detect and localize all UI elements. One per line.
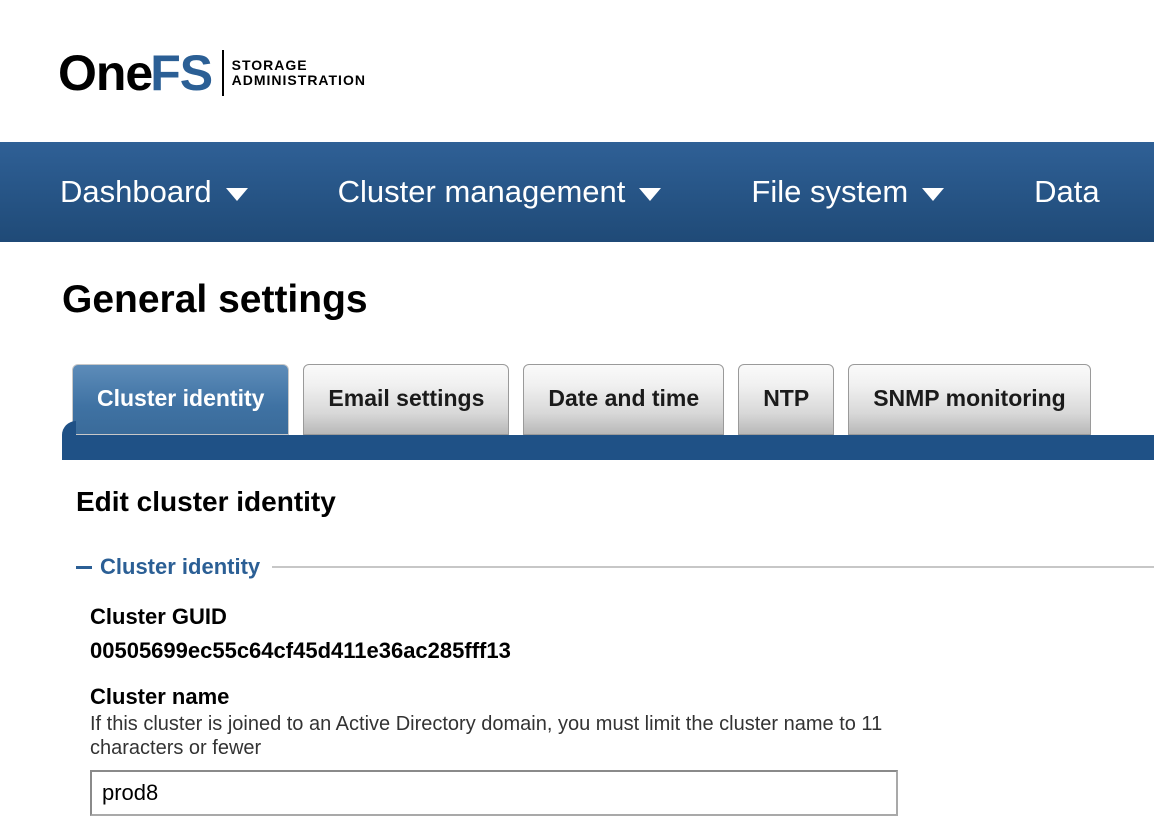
tabs-row: Cluster identity Email settings Date and… — [72, 364, 1154, 435]
nav-label: Data — [1034, 174, 1099, 210]
nav-file-system[interactable]: File system — [751, 174, 944, 210]
logo-sub-line1: STORAGE — [232, 58, 366, 73]
nav-label: Dashboard — [60, 174, 212, 210]
tab-ntp[interactable]: NTP — [738, 364, 834, 435]
caret-down-icon — [226, 174, 248, 210]
nav-data[interactable]: Data — [1034, 174, 1099, 210]
form-heading: Edit cluster identity — [76, 486, 1154, 518]
nav-dashboard[interactable]: Dashboard — [60, 174, 248, 210]
fieldset-rule — [272, 566, 1154, 568]
tab-cluster-identity[interactable]: Cluster identity — [72, 364, 289, 435]
cluster-guid-label: Cluster GUID — [90, 604, 1154, 630]
nav-label: File system — [751, 174, 908, 210]
cluster-guid-value: 00505699ec55c64cf45d411e36ac285fff13 — [90, 638, 1154, 664]
tab-email-settings[interactable]: Email settings — [303, 364, 509, 435]
caret-down-icon — [639, 174, 661, 210]
tab-snmp-monitoring[interactable]: SNMP monitoring — [848, 364, 1091, 435]
cluster-name-input[interactable] — [90, 770, 898, 816]
active-tab-bar — [62, 435, 1154, 460]
main-navbar: Dashboard Cluster management File system… — [0, 142, 1154, 242]
cluster-name-hint: If this cluster is joined to an Active D… — [90, 712, 910, 760]
logo-sub-line2: ADMINISTRATION — [232, 73, 366, 88]
logo-subtitle: STORAGE ADMINISTRATION — [232, 58, 366, 87]
fieldset-cluster-identity[interactable]: Cluster identity — [76, 554, 1154, 580]
logo-fs-text: FS — [150, 44, 212, 102]
logo-divider — [222, 50, 224, 96]
cluster-name-label: Cluster name — [90, 684, 1154, 710]
caret-down-icon — [922, 174, 944, 210]
tab-date-and-time[interactable]: Date and time — [523, 364, 724, 435]
logo-one-text: One — [58, 44, 152, 102]
collapse-icon — [76, 566, 92, 569]
app-logo: One FS STORAGE ADMINISTRATION — [0, 0, 1154, 142]
nav-cluster-management[interactable]: Cluster management — [338, 174, 662, 210]
nav-label: Cluster management — [338, 174, 626, 210]
fieldset-legend: Cluster identity — [100, 554, 260, 580]
page-title: General settings — [62, 278, 1154, 322]
